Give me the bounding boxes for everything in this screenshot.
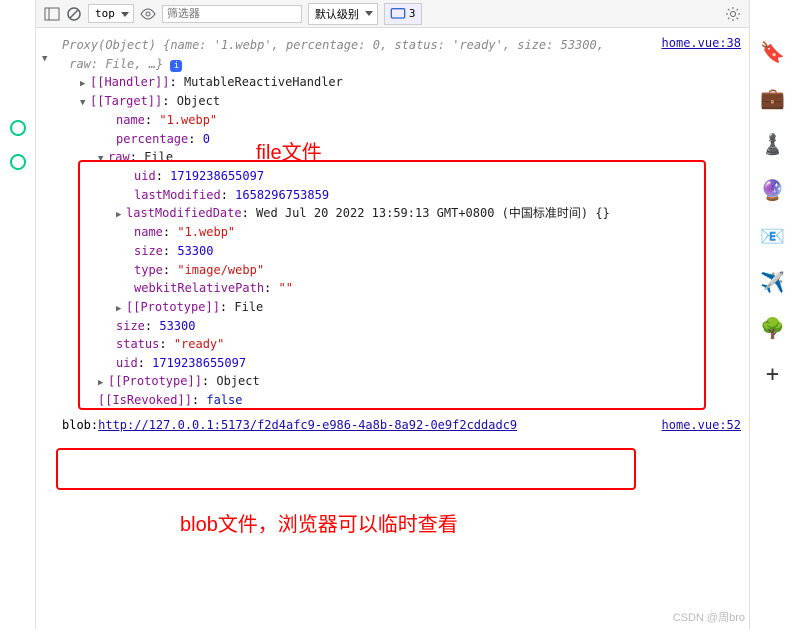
prop-key: webkitRelativePath (134, 281, 264, 295)
clear-icon[interactable] (66, 6, 82, 22)
context-select[interactable]: top (88, 4, 134, 23)
prop-value: "image/webp" (177, 263, 264, 277)
prop-key: uid (134, 169, 156, 183)
expand-toggle[interactable] (98, 372, 108, 391)
prop-value: 1719238655097 (152, 356, 246, 370)
prop-key: [[Prototype]] (108, 374, 202, 388)
prop-key: lastModified (134, 188, 221, 202)
message-icon (390, 6, 406, 22)
prop-value: File (144, 150, 173, 164)
prop-key: uid (116, 356, 138, 370)
prop-value: "1.webp" (177, 225, 235, 239)
prop-key: [[Handler]] (90, 75, 169, 89)
prop-key: status (116, 337, 159, 351)
blob-prefix: blob: (62, 418, 98, 432)
briefcase-icon[interactable]: 💼 (760, 86, 785, 110)
prop-key: [[Target]] (90, 94, 162, 108)
prop-value: 1658296753859 (235, 188, 329, 202)
tag-icon[interactable]: 🔖 (760, 40, 785, 64)
source-link[interactable]: home.vue:52 (662, 416, 741, 435)
left-sidebar (0, 0, 36, 629)
prop-value: "" (279, 281, 293, 295)
settings-icon[interactable] (725, 6, 741, 22)
issues-count[interactable]: 3 (384, 3, 422, 25)
prop-key: size (116, 319, 145, 333)
right-sidebar: 🔖 💼 ♟️ 🔮 📧 ✈️ 🌳 + (749, 0, 795, 629)
prop-value: Object (177, 94, 220, 108)
level-select[interactable]: 默认级别 (308, 3, 378, 25)
prop-value: Wed Jul 20 2022 13:59:13 GMT+0800 (中国标准时… (256, 206, 588, 220)
console-toolbar: top 默认级别 3 (36, 0, 749, 28)
prop-key: raw (108, 150, 130, 164)
prop-key: type (134, 263, 163, 277)
eye-icon[interactable] (140, 6, 156, 22)
prop-value: false (206, 393, 242, 407)
sidebar-toggle-icon[interactable] (44, 6, 60, 22)
prop-key: size (134, 244, 163, 258)
tree-icon[interactable]: 🌳 (760, 316, 785, 340)
expand-toggle[interactable] (98, 148, 108, 167)
prop-key: name (116, 113, 145, 127)
proxy-summary[interactable]: Proxy(Object) {name: '1.webp', percentag… (62, 38, 604, 71)
expand-toggle[interactable] (116, 204, 126, 223)
prop-value: MutableReactiveHandler (184, 75, 343, 89)
copilot-icon[interactable]: 🔮 (760, 178, 785, 202)
blob-url-link[interactable]: http://127.0.0.1:5173/f2d4afc9-e986-4a8b… (98, 418, 517, 432)
status-dot-icon (10, 120, 26, 136)
expand-toggle[interactable] (80, 73, 90, 92)
issues-number: 3 (409, 7, 416, 20)
prop-value: "1.webp" (159, 113, 217, 127)
prop-key: [[IsRevoked]] (98, 393, 192, 407)
info-badge-icon[interactable]: i (170, 60, 182, 72)
prop-value: 1719238655097 (170, 169, 264, 183)
console-output: home.vue:38 Proxy(Object) {name: '1.webp… (36, 28, 749, 629)
chess-icon[interactable]: ♟️ (760, 132, 785, 156)
expand-toggle[interactable] (42, 48, 52, 67)
prop-key: [[Prototype]] (126, 300, 220, 314)
prop-value: 53300 (177, 244, 213, 258)
annotation-file-label: file文件 (256, 136, 322, 165)
prop-value: 0 (203, 132, 210, 146)
annotation-blob-label: blob文件，浏览器可以临时查看 (180, 508, 458, 537)
outlook-icon[interactable]: 📧 (760, 224, 785, 248)
source-link[interactable]: home.vue:38 (662, 34, 741, 53)
prop-value: File (234, 300, 263, 314)
add-icon[interactable]: + (766, 362, 779, 387)
prop-value: Object (216, 374, 259, 388)
telegram-icon[interactable]: ✈️ (760, 270, 785, 294)
expand-toggle[interactable] (116, 298, 126, 317)
prop-key: name (134, 225, 163, 239)
expand-toggle[interactable] (80, 92, 90, 111)
filter-input[interactable] (162, 5, 302, 23)
watermark: CSDN @周bro (673, 609, 745, 625)
prop-key: lastModifiedDate (126, 206, 242, 220)
prop-value: 53300 (159, 319, 195, 333)
prop-key: percentage (116, 132, 188, 146)
status-dot-icon (10, 154, 26, 170)
prop-value: "ready" (174, 337, 225, 351)
